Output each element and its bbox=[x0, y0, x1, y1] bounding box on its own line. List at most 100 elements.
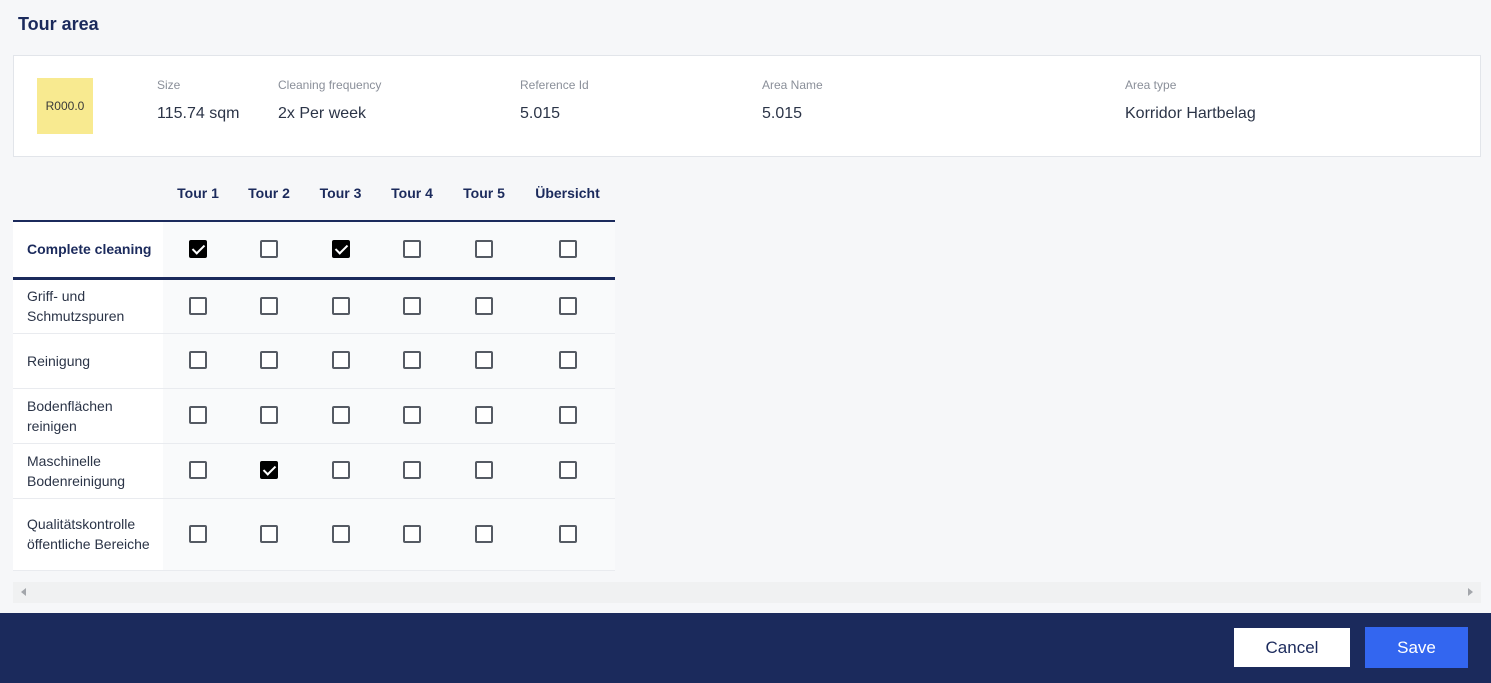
cell bbox=[163, 333, 233, 389]
checkbox[interactable] bbox=[475, 406, 493, 425]
checkbox[interactable] bbox=[475, 240, 493, 259]
cell bbox=[163, 498, 233, 571]
cell bbox=[376, 333, 448, 389]
header-empty bbox=[13, 166, 163, 222]
checkbox[interactable] bbox=[260, 406, 278, 425]
cell bbox=[376, 498, 448, 571]
checkbox[interactable] bbox=[260, 351, 278, 370]
row-label: Qualitätskontrolle öffentliche Bereiche bbox=[13, 498, 163, 571]
checkbox[interactable] bbox=[331, 524, 350, 543]
checkbox[interactable] bbox=[558, 524, 577, 543]
cell bbox=[448, 388, 520, 444]
checkbox[interactable] bbox=[475, 296, 493, 315]
checkbox[interactable] bbox=[189, 351, 207, 370]
area-info-card: R000.0 Size 115.74 sqm Cleaning frequenc… bbox=[13, 55, 1481, 157]
checkbox[interactable] bbox=[189, 406, 207, 425]
checkbox[interactable] bbox=[403, 351, 421, 370]
horizontal-scrollbar[interactable] bbox=[13, 582, 1481, 603]
checkbox[interactable] bbox=[403, 524, 421, 543]
table-row: Reinigung bbox=[13, 333, 615, 389]
checkbox[interactable] bbox=[260, 524, 278, 543]
info-field-reference-id: Reference Id 5.015 bbox=[520, 78, 589, 123]
cell bbox=[233, 443, 305, 499]
scroll-right-arrow-icon[interactable] bbox=[1468, 588, 1473, 596]
checkbox[interactable] bbox=[260, 296, 278, 315]
checkbox[interactable] bbox=[189, 524, 207, 543]
checkbox[interactable] bbox=[558, 351, 577, 370]
checkbox[interactable] bbox=[558, 406, 577, 425]
cell bbox=[305, 498, 376, 571]
tour-table: Tour 1 Tour 2 Tour 3 Tour 4 Tour 5 Übers… bbox=[13, 166, 615, 571]
info-label: Cleaning frequency bbox=[278, 78, 382, 92]
checkbox[interactable] bbox=[331, 240, 350, 259]
checkbox[interactable] bbox=[558, 461, 577, 480]
row-label: Bodenflächen reinigen bbox=[13, 388, 163, 444]
cell bbox=[305, 388, 376, 444]
table-row: Maschinelle Bodenreinigung bbox=[13, 443, 615, 499]
column-header-tour-3: Tour 3 bbox=[305, 166, 376, 222]
area-badge: R000.0 bbox=[37, 78, 93, 134]
cell bbox=[233, 388, 305, 444]
checkbox[interactable] bbox=[331, 461, 350, 480]
checkbox[interactable] bbox=[403, 240, 421, 259]
checkbox[interactable] bbox=[558, 296, 577, 315]
info-value: 5.015 bbox=[520, 105, 561, 122]
info-value: 115.74 sqm bbox=[157, 105, 240, 122]
info-label: Reference Id bbox=[520, 78, 589, 92]
column-header-overview: Übersicht bbox=[520, 166, 615, 222]
save-button[interactable]: Save bbox=[1365, 627, 1468, 668]
column-header-tour-4: Tour 4 bbox=[376, 166, 448, 222]
checkbox[interactable] bbox=[260, 461, 278, 480]
checkbox[interactable] bbox=[331, 406, 350, 425]
footer-bar: Cancel Save bbox=[0, 613, 1491, 683]
cell bbox=[448, 333, 520, 389]
cell bbox=[520, 221, 615, 280]
cell bbox=[305, 443, 376, 499]
info-value: 2x Per week bbox=[278, 105, 367, 122]
cell bbox=[448, 221, 520, 280]
row-label: Griff- und Schmutzspuren bbox=[13, 278, 163, 334]
info-label: Size bbox=[157, 78, 181, 92]
table-header-row: Tour 1 Tour 2 Tour 3 Tour 4 Tour 5 Übers… bbox=[13, 166, 615, 222]
checkbox[interactable] bbox=[331, 296, 350, 315]
info-field-area-type: Area type Korridor Hartbelag bbox=[1125, 78, 1256, 123]
cell bbox=[233, 498, 305, 571]
checkbox[interactable] bbox=[403, 461, 421, 480]
checkbox[interactable] bbox=[189, 296, 207, 315]
row-label: Reinigung bbox=[13, 333, 163, 389]
column-header-tour-2: Tour 2 bbox=[233, 166, 305, 222]
cell bbox=[448, 443, 520, 499]
cancel-button[interactable]: Cancel bbox=[1233, 627, 1351, 668]
checkbox[interactable] bbox=[331, 351, 350, 370]
cell bbox=[376, 388, 448, 444]
checkbox[interactable] bbox=[189, 240, 207, 259]
checkbox[interactable] bbox=[189, 461, 207, 480]
table-row: Griff- und Schmutzspuren bbox=[13, 278, 615, 334]
checkbox[interactable] bbox=[558, 240, 577, 259]
cell bbox=[163, 278, 233, 334]
info-label: Area type bbox=[1125, 78, 1177, 92]
cell bbox=[305, 221, 376, 280]
info-value: Korridor Hartbelag bbox=[1125, 105, 1256, 122]
checkbox[interactable] bbox=[475, 524, 493, 543]
cell bbox=[163, 388, 233, 444]
checkbox[interactable] bbox=[260, 240, 278, 259]
info-value: 5.015 bbox=[762, 105, 803, 122]
cell bbox=[305, 333, 376, 389]
cell bbox=[305, 278, 376, 334]
checkbox[interactable] bbox=[475, 461, 493, 480]
checkbox[interactable] bbox=[403, 406, 421, 425]
row-label: Complete cleaning bbox=[13, 221, 163, 280]
cell bbox=[448, 498, 520, 571]
scroll-left-arrow-icon[interactable] bbox=[21, 588, 26, 596]
cell bbox=[233, 278, 305, 334]
table-row: Qualitätskontrolle öffentliche Bereiche bbox=[13, 498, 615, 571]
row-label: Maschinelle Bodenreinigung bbox=[13, 443, 163, 499]
table-row: Bodenflächen reinigen bbox=[13, 388, 615, 444]
info-label: Area Name bbox=[762, 78, 823, 92]
cell bbox=[376, 443, 448, 499]
checkbox[interactable] bbox=[475, 351, 493, 370]
column-header-tour-5: Tour 5 bbox=[448, 166, 520, 222]
cell bbox=[520, 333, 615, 389]
checkbox[interactable] bbox=[403, 296, 421, 315]
